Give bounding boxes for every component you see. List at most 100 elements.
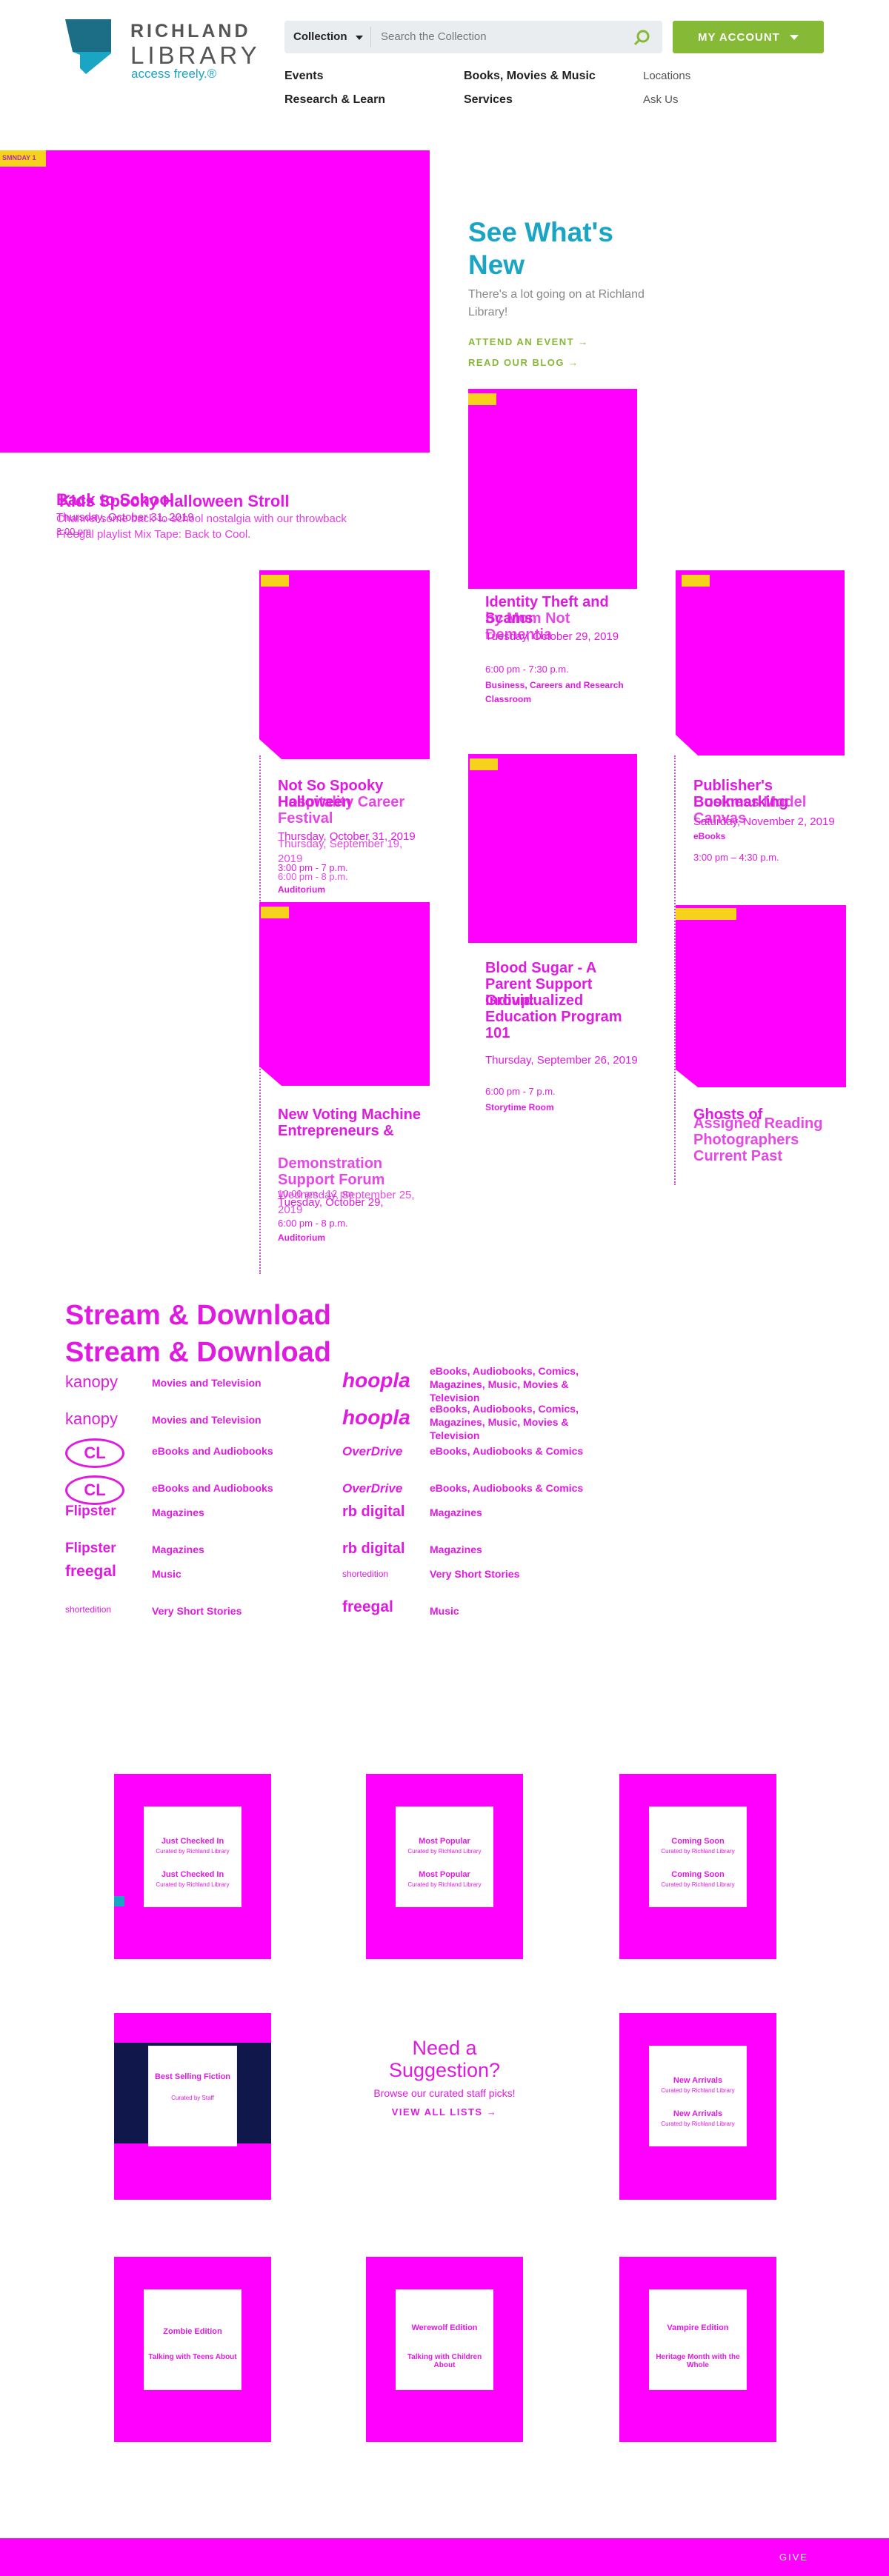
freegal-logo[interactable]: freegal	[65, 1563, 116, 1581]
event-room: Storytime Room	[485, 1102, 554, 1112]
flipster-logo-repeat[interactable]: Flipster	[65, 1541, 116, 1557]
list-tile[interactable]: Most Popular Curated by Richland Library…	[366, 1774, 523, 1959]
list-subtitle-repeat: Curated by Richland Library	[661, 1881, 735, 1888]
rbdigital-logo-repeat[interactable]: rb digital	[342, 1541, 404, 1558]
overdrive-logo[interactable]: OverDrive	[342, 1444, 402, 1459]
cl-desc[interactable]: eBooks and Audiobooks	[152, 1444, 307, 1458]
event-date: Saturday, November 2, 2019	[693, 815, 835, 828]
event-image[interactable]	[259, 570, 430, 759]
overdrive-desc-repeat[interactable]: eBooks, Audiobooks & Comics	[430, 1481, 600, 1495]
rbdigital-desc[interactable]: Magazines	[430, 1506, 585, 1519]
list-tile[interactable]: Coming Soon Curated by Richland Library …	[619, 1774, 776, 1959]
overdrive-logo-repeat[interactable]: OverDrive	[342, 1481, 402, 1496]
hoopla-desc[interactable]: eBooks, Audiobooks, Comics, Magazines, M…	[430, 1364, 600, 1404]
list-cover	[649, 2289, 747, 2390]
my-account-label: MY ACCOUNT	[698, 31, 780, 44]
overdrive-desc[interactable]: eBooks, Audiobooks & Comics	[430, 1444, 600, 1458]
list-subtitle: Curated by Richland Library	[661, 2087, 735, 2094]
hero-image[interactable]	[0, 150, 430, 453]
chevron-down-icon	[356, 36, 363, 40]
event-image[interactable]	[676, 570, 845, 755]
list-title: Coming Soon	[671, 1837, 725, 1846]
my-account-button[interactable]: MY ACCOUNT	[673, 21, 824, 53]
event-ribbon	[261, 907, 289, 918]
hoopla-logo[interactable]: hoopla	[342, 1369, 410, 1392]
event-image[interactable]	[259, 902, 430, 1086]
nav-events[interactable]: Events	[284, 70, 323, 83]
nav-locations[interactable]: Locations	[643, 70, 690, 82]
kanopy-logo[interactable]: kanopy	[65, 1372, 118, 1392]
nav-books-movies-music[interactable]: Books, Movies & Music	[464, 70, 596, 83]
event-title[interactable]: New Voting Machine Entrepreneurs &	[278, 1107, 426, 1139]
list-tile[interactable]: Best Selling Fiction Curated by Staff	[114, 2013, 271, 2200]
event-date: Thursday, September 26, 2019	[485, 1054, 638, 1067]
list-tile[interactable]: Just Checked In Curated by Richland Libr…	[114, 1774, 271, 1959]
list-subtitle-repeat: Curated by Richland Library	[156, 1881, 230, 1888]
list-subtitle-repeat: Curated by Richland Library	[407, 1881, 482, 1888]
shortedition-logo[interactable]: shortedition	[65, 1604, 111, 1615]
flipster-desc[interactable]: Magazines	[152, 1506, 307, 1519]
nav-research-learn[interactable]: Research & Learn	[284, 93, 385, 107]
event-time: 6:00 pm - 7 p.m.	[485, 1086, 556, 1097]
list-title: Zombie Edition	[163, 2327, 222, 2336]
list-tile[interactable]: New Arrivals Curated by Richland Library…	[619, 2013, 776, 2200]
search-input[interactable]: Search the Collection	[381, 30, 487, 43]
freegal-desc[interactable]: Music	[152, 1567, 307, 1581]
cl-logo[interactable]: CL	[65, 1438, 124, 1468]
list-tile[interactable]: Zombie Edition Talking with Teens About	[114, 2257, 271, 2442]
list-title: Vampire Edition	[667, 2323, 729, 2332]
stream-download-heading-shadow: Stream & Download	[65, 1337, 331, 1368]
attend-event-link[interactable]: ATTEND AN EVENT →	[468, 336, 589, 347]
teal-accent	[114, 1896, 124, 1906]
hoopla-desc-repeat[interactable]: eBooks, Audiobooks, Comics, Magazines, M…	[430, 1402, 600, 1442]
site-header: RICHLAND LIBRARY access freely.® Collect…	[0, 0, 889, 119]
event-image[interactable]	[468, 389, 637, 589]
event-title-overlap: Demonstration Support Forum	[278, 1155, 385, 1188]
give-link[interactable]: GIVE	[779, 2552, 808, 2563]
hero-title[interactable]: Kids Spooky Halloween Stroll	[59, 492, 290, 511]
list-cover	[649, 2046, 747, 2146]
shortedition-desc[interactable]: Very Short Stories	[152, 1604, 307, 1618]
cl-logo-repeat[interactable]: CL	[65, 1475, 124, 1505]
freegal-logo-right[interactable]: freegal	[342, 1598, 393, 1616]
nav-ask-us[interactable]: Ask Us	[643, 93, 679, 106]
event-image[interactable]	[468, 754, 637, 943]
search-icon[interactable]	[633, 28, 652, 47]
freegal-desc-right[interactable]: Music	[430, 1604, 585, 1618]
rbdigital-logo[interactable]: rb digital	[342, 1504, 404, 1521]
suggestion-heading: Need a Suggestion?	[388, 2037, 501, 2081]
list-tile[interactable]: Werewolf Edition Talking with Children A…	[366, 2257, 523, 2442]
list-tile[interactable]: Vampire Edition Heritage Month with the …	[619, 2257, 776, 2442]
logo-word-2: LIBRARY	[130, 41, 261, 69]
list-cover	[144, 2289, 242, 2390]
event-title-overlap: Hospitality Career Festival	[278, 794, 405, 827]
read-blog-link[interactable]: READ OUR BLOG →	[468, 357, 579, 368]
flipster-logo[interactable]: Flipster	[65, 1504, 116, 1520]
list-subtitle-repeat: Curated by Richland Library	[661, 2120, 735, 2127]
list-subtitle: Talking with Children About	[407, 2353, 482, 2369]
shortedition-desc-right[interactable]: Very Short Stories	[430, 1567, 585, 1581]
list-subtitle: Curated by Richland Library	[407, 1848, 482, 1855]
nav-services[interactable]: Services	[464, 93, 513, 107]
cl-desc-repeat[interactable]: eBooks and Audiobooks	[152, 1481, 307, 1495]
view-all-lists-link[interactable]: VIEW ALL LISTS →	[356, 2106, 533, 2118]
kanopy-desc-repeat[interactable]: Movies and Television	[152, 1413, 307, 1427]
kanopy-logo-repeat[interactable]: kanopy	[65, 1409, 118, 1429]
flipster-desc-repeat[interactable]: Magazines	[152, 1543, 307, 1556]
shortedition-logo-right[interactable]: shortedition	[342, 1569, 388, 1579]
rbdigital-desc-repeat[interactable]: Magazines	[430, 1543, 585, 1556]
event-ribbon	[470, 758, 498, 770]
hoopla-logo-repeat[interactable]: hoopla	[342, 1406, 410, 1429]
see-whats-new-subtitle: There's a lot going on at Richland Libra…	[468, 288, 645, 318]
search-scope-select[interactable]: Collection	[293, 30, 347, 43]
event-ribbon	[261, 575, 289, 587]
library-logo[interactable]: RICHLAND LIBRARY access freely.®	[65, 19, 258, 86]
logo-mark-icon	[65, 19, 111, 74]
event-ribbon	[682, 575, 710, 587]
event-time: 3:00 pm – 4:30 p.m.	[693, 852, 779, 863]
list-cover	[396, 2289, 493, 2390]
list-title-repeat: Just Checked In	[161, 1870, 224, 1879]
list-subtitle: Talking with Teens About	[148, 2353, 237, 2361]
event-image[interactable]	[676, 905, 846, 1087]
kanopy-desc[interactable]: Movies and Television	[152, 1376, 307, 1389]
